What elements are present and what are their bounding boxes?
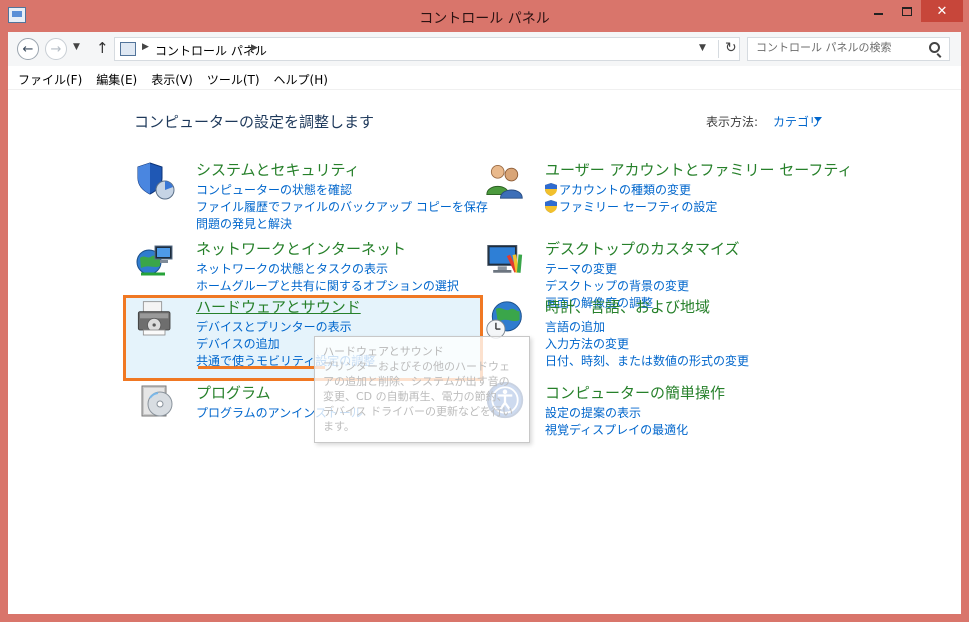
link-homegroup-sharing-options[interactable]: ホームグループと共有に関するオプションの選択 bbox=[196, 277, 459, 294]
back-button[interactable]: ← bbox=[17, 38, 39, 60]
link-label: アカウントの種類の変更 bbox=[559, 183, 692, 197]
link-change-input-method[interactable]: 入力方法の変更 bbox=[545, 335, 629, 352]
forward-button[interactable]: → bbox=[45, 38, 67, 60]
link-file-history-backup[interactable]: ファイル履歴でファイルのバックアップ コピーを保存 bbox=[196, 198, 488, 215]
menu-tools[interactable]: ツール(T) bbox=[200, 66, 267, 89]
link-change-desktop-background[interactable]: デスクトップの背景の変更 bbox=[545, 277, 689, 294]
forward-arrow-icon: → bbox=[50, 41, 62, 57]
link-network-status-tasks[interactable]: ネットワークの状態とタスクの表示 bbox=[196, 260, 388, 277]
refresh-icon[interactable]: ↻ bbox=[718, 40, 737, 58]
address-bar[interactable]: ▶ コントロール パネル ▶ ▼ ↻ bbox=[114, 37, 740, 61]
title-bar[interactable]: コントロール パネル ✕ bbox=[0, 0, 969, 32]
control-panel-small-icon bbox=[120, 42, 136, 56]
view-by-label: 表示方法: bbox=[706, 115, 759, 129]
category-title-ease-of-access[interactable]: コンピューターの簡単操作 bbox=[545, 382, 725, 403]
link-change-theme[interactable]: テーマの変更 bbox=[545, 260, 617, 277]
link-change-date-time-format[interactable]: 日付、時刻、または数値の形式の変更 bbox=[545, 352, 749, 369]
link-optimize-visual-display[interactable]: 視覚ディスプレイの最適化 bbox=[545, 421, 688, 438]
printer-icon[interactable] bbox=[135, 300, 175, 340]
view-by-chevron-icon[interactable] bbox=[814, 117, 822, 122]
category-title-system-security[interactable]: システムとセキュリティ bbox=[196, 159, 360, 180]
category-title-hardware-sound[interactable]: ハードウェアとサウンド bbox=[196, 296, 361, 317]
monitor-paint-icon[interactable] bbox=[485, 240, 525, 280]
search-input[interactable] bbox=[756, 41, 926, 54]
category-title-appearance[interactable]: デスクトップのカスタマイズ bbox=[545, 238, 740, 259]
close-button[interactable]: ✕ bbox=[921, 0, 963, 22]
search-box[interactable] bbox=[747, 37, 950, 61]
link-change-account-type[interactable]: アカウントの種類の変更 bbox=[545, 181, 691, 198]
maximize-button[interactable] bbox=[893, 0, 921, 22]
breadcrumb-separator-icon[interactable]: ▶ bbox=[142, 42, 149, 52]
menu-view[interactable]: 表示(V) bbox=[144, 66, 200, 89]
link-check-computer-status[interactable]: コンピューターの状態を確認 bbox=[196, 181, 352, 198]
category-title-programs[interactable]: プログラム bbox=[196, 382, 271, 403]
users-icon[interactable] bbox=[485, 160, 525, 200]
breadcrumb-separator-icon[interactable]: ▶ bbox=[251, 43, 258, 53]
address-dropdown-chevron-icon[interactable]: ▼ bbox=[699, 43, 706, 53]
globe-clock-icon[interactable] bbox=[485, 300, 525, 340]
window-frame: コントロール パネル ✕ ← → ▼ ↑ ▶ コントロール パネル ▶ ▼ ↻ bbox=[0, 0, 969, 622]
menu-bar: ファイル(F) 編集(E) 表示(V) ツール(T) ヘルプ(H) bbox=[8, 66, 961, 90]
category-title-clock-region[interactable]: 時計、言語、および地域 bbox=[545, 296, 710, 317]
category-title-user-accounts[interactable]: ユーザー アカウントとファミリー セーフティ bbox=[545, 159, 852, 180]
maximize-icon bbox=[902, 6, 912, 16]
window-title: コントロール パネル bbox=[419, 11, 550, 27]
menu-edit[interactable]: 編集(E) bbox=[89, 66, 144, 89]
recent-locations-chevron-icon[interactable]: ▼ bbox=[73, 42, 80, 52]
link-family-safety[interactable]: ファミリー セーフティの設定 bbox=[545, 198, 717, 215]
category-title-network-internet[interactable]: ネットワークとインターネット bbox=[196, 238, 406, 259]
link-label: ファミリー セーフティの設定 bbox=[559, 200, 718, 214]
uac-shield-icon bbox=[545, 200, 557, 213]
minimize-icon bbox=[873, 13, 883, 15]
close-icon: ✕ bbox=[936, 3, 948, 19]
link-add-language[interactable]: 言語の追加 bbox=[545, 318, 605, 335]
explorer-client-area: ← → ▼ ↑ ▶ コントロール パネル ▶ ▼ ↻ ファイル(F) 編集(E)… bbox=[8, 32, 961, 614]
page-heading: コンピューターの設定を調整します bbox=[134, 113, 375, 131]
tooltip-body: プリンターおよびその他のハードウェアの追加と削除、システムが出す音の変更、CD … bbox=[323, 360, 513, 433]
hardware-sound-tooltip: ハードウェアとサウンド プリンターおよびその他のハードウェアの追加と削除、システ… bbox=[314, 336, 530, 443]
back-arrow-icon: ← bbox=[22, 41, 34, 57]
search-icon[interactable] bbox=[929, 42, 940, 53]
minimize-button[interactable] bbox=[863, 0, 893, 22]
menu-file[interactable]: ファイル(F) bbox=[11, 66, 89, 89]
tooltip-title: ハードウェアとサウンド bbox=[323, 345, 444, 358]
network-globe-icon[interactable] bbox=[135, 240, 175, 280]
link-devices-printers[interactable]: デバイスとプリンターの表示 bbox=[196, 318, 352, 335]
shield-icon[interactable] bbox=[135, 160, 175, 200]
up-arrow-icon[interactable]: ↑ bbox=[96, 39, 109, 57]
uac-shield-icon bbox=[545, 183, 557, 196]
link-find-fix-problems[interactable]: 問題の発見と解決 bbox=[196, 215, 292, 232]
control-panel-content: コンピューターの設定を調整します 表示方法: カテゴリ システムとセキュリティ … bbox=[8, 90, 961, 614]
programs-disc-icon[interactable] bbox=[138, 380, 178, 420]
link-get-recommendations[interactable]: 設定の提案の表示 bbox=[545, 404, 641, 421]
link-add-device[interactable]: デバイスの追加 bbox=[196, 335, 280, 352]
menu-help[interactable]: ヘルプ(H) bbox=[267, 66, 335, 89]
navigation-bar: ← → ▼ ↑ ▶ コントロール パネル ▶ ▼ ↻ bbox=[8, 32, 961, 66]
